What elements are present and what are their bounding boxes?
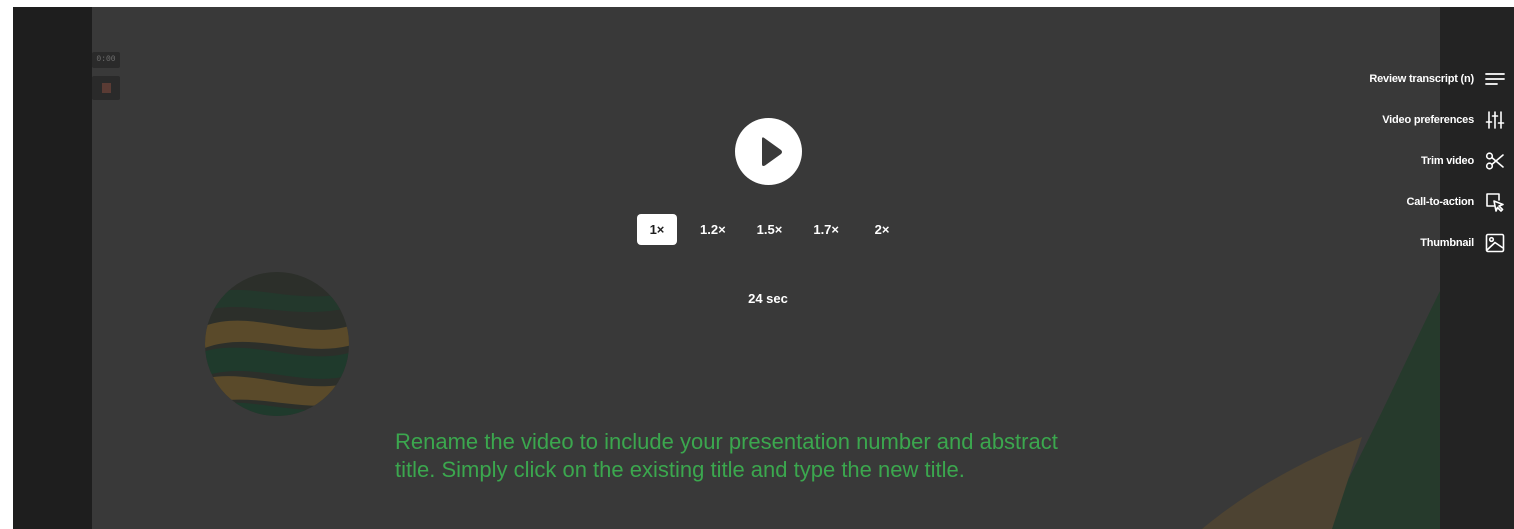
play-icon: [762, 137, 782, 166]
menu-item-thumbnail[interactable]: Thumbnail: [1246, 222, 1506, 263]
menu-item-label: Video preferences: [1382, 113, 1474, 126]
menu-item-trim-video[interactable]: Trim video: [1246, 140, 1506, 181]
speed-option-1-7x[interactable]: 1.7×: [805, 214, 847, 245]
menu-item-call-to-action[interactable]: Call-to-action: [1246, 181, 1506, 222]
play-button[interactable]: [735, 118, 802, 185]
mini-timestamp-badge: 0:00: [92, 52, 120, 68]
speed-option-1-5x[interactable]: 1.5×: [749, 214, 791, 245]
scissors-icon: [1484, 150, 1506, 172]
sliders-icon: [1484, 109, 1506, 131]
caption-line-1: Rename the video to include your present…: [395, 429, 1058, 454]
transcript-lines-icon: [1484, 68, 1506, 90]
playback-speed-selector: 1× 1.2× 1.5× 1.7× 2×: [637, 214, 917, 245]
record-icon: [102, 83, 111, 93]
menu-item-label: Trim video: [1420, 154, 1474, 167]
menu-item-label: Thumbnail: [1420, 236, 1474, 249]
mini-record-button[interactable]: [92, 76, 120, 100]
speed-option-2x[interactable]: 2×: [862, 214, 902, 245]
menu-item-label: Call-to-action: [1406, 195, 1475, 208]
menu-item-review-transcript[interactable]: Review transcript (n): [1246, 58, 1506, 99]
video-player: 0:00 1× 1.2× 1.5× 1.7× 2× 24 sec Rename …: [13, 7, 1514, 529]
image-icon: [1484, 232, 1506, 254]
video-options-menu: Review transcript (n) Video preferences …: [1246, 58, 1506, 263]
menu-item-video-preferences[interactable]: Video preferences: [1246, 99, 1506, 140]
caption-line-2: title. Simply click on the existing titl…: [395, 457, 965, 482]
globe-logo: [205, 272, 349, 416]
speed-option-1x[interactable]: 1×: [637, 214, 677, 245]
video-duration: 24 sec: [748, 291, 788, 306]
cursor-click-icon: [1484, 191, 1506, 213]
menu-item-label: Review transcript (n): [1369, 72, 1474, 85]
instruction-caption: Rename the video to include your present…: [395, 428, 1185, 484]
speed-option-1-2x[interactable]: 1.2×: [692, 214, 734, 245]
